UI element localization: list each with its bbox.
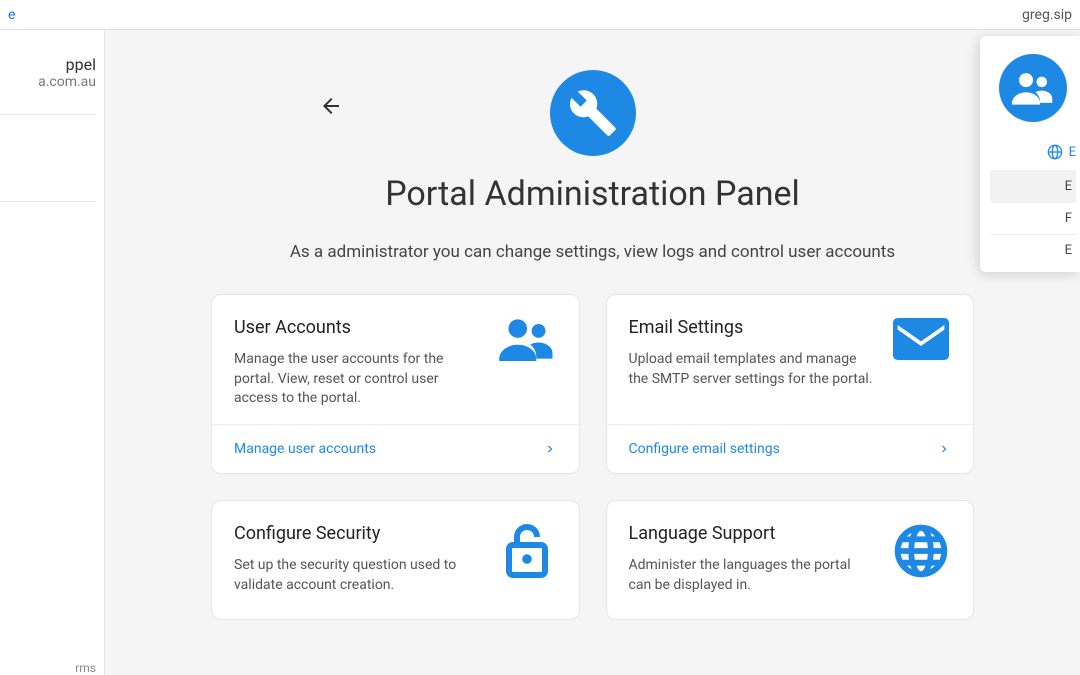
card-action-configure-email[interactable]: Configure email settings xyxy=(607,424,974,473)
card-action-label: Configure email settings xyxy=(629,441,780,457)
arrow-left-icon xyxy=(319,94,343,118)
card-language-support[interactable]: Language Support Administer the language… xyxy=(606,500,975,620)
user-menu-item[interactable]: E xyxy=(990,234,1076,266)
globe-icon xyxy=(1047,144,1063,160)
sidebar-domain-fragment: a.com.au xyxy=(0,74,96,90)
top-right-user-fragment[interactable]: greg.sip xyxy=(1022,7,1072,23)
card-desc: Administer the languages the portal can … xyxy=(629,556,874,595)
page-title: Portal Administration Panel xyxy=(135,174,1050,214)
wrench-icon xyxy=(550,70,636,156)
main-content: Portal Administration Panel As a adminis… xyxy=(105,30,1080,675)
top-left-fragment: e xyxy=(8,7,15,23)
card-action-manage-users[interactable]: Manage user accounts xyxy=(212,424,579,473)
user-menu-item[interactable]: F xyxy=(990,202,1076,234)
lock-open-icon xyxy=(497,523,557,611)
card-desc: Upload email templates and manage the SM… xyxy=(629,350,874,389)
wrench-icon-svg xyxy=(568,88,618,138)
sidebar-name-fragment: ppel xyxy=(0,55,96,74)
avatar xyxy=(999,54,1067,122)
card-title: User Accounts xyxy=(234,317,479,338)
language-row[interactable]: E xyxy=(990,144,1076,160)
top-bar: e greg.sip xyxy=(0,0,1080,30)
card-desc: Set up the security question used to val… xyxy=(234,556,479,595)
globe-icon xyxy=(891,523,951,611)
mail-icon xyxy=(891,317,951,424)
back-button[interactable] xyxy=(315,90,347,122)
people-icon xyxy=(1012,71,1054,105)
sidebar-divider xyxy=(0,201,96,202)
card-title: Language Support xyxy=(629,523,874,544)
sidebar-divider xyxy=(0,114,96,115)
card-grid: User Accounts Manage the user accounts f… xyxy=(211,294,974,620)
card-configure-security[interactable]: Configure Security Set up the security q… xyxy=(211,500,580,620)
page-subtitle: As a administrator you can change settin… xyxy=(135,242,1050,262)
language-letter: E xyxy=(1069,145,1076,160)
card-user-accounts[interactable]: User Accounts Manage the user accounts f… xyxy=(211,294,580,474)
card-email-settings[interactable]: Email Settings Upload email templates an… xyxy=(606,294,975,474)
user-menu-item[interactable]: E xyxy=(990,170,1076,202)
sidebar: ppel a.com.au rms xyxy=(0,30,105,675)
user-menu-popup[interactable]: E E F E xyxy=(980,36,1080,272)
card-title: Email Settings xyxy=(629,317,874,338)
card-title: Configure Security xyxy=(234,523,479,544)
sidebar-footer-fragment: rms xyxy=(75,661,96,675)
chevron-right-icon xyxy=(543,442,557,456)
card-desc: Manage the user accounts for the portal.… xyxy=(234,350,479,409)
chevron-right-icon xyxy=(937,442,951,456)
people-icon xyxy=(497,317,557,424)
page-hero: Portal Administration Panel As a adminis… xyxy=(135,70,1050,262)
card-action-label: Manage user accounts xyxy=(234,441,376,457)
